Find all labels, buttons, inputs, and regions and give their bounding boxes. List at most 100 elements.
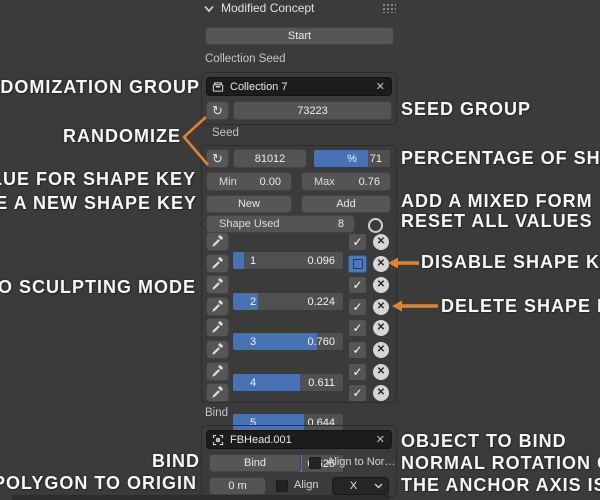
- delete-circle-icon: ✕: [373, 233, 389, 250]
- eyedropper-button[interactable]: [206, 340, 229, 359]
- annotation-percentage-of-shape: PERCENTAGE OF SHA: [401, 148, 600, 168]
- shape-key-delete-button[interactable]: ✕: [371, 362, 391, 381]
- check-icon: [352, 259, 363, 269]
- max-label: Max: [314, 175, 335, 188]
- annotation-anchor-axis: THE ANCHOR AXIS IS: [401, 475, 600, 495]
- annotation-sculpting-mode: TO SCULPTING MODE: [0, 277, 196, 297]
- shape-key-slider[interactable]: 2 0.224: [232, 292, 344, 311]
- shape-key-slider-fill: [233, 333, 317, 350]
- shape-key-index: 1: [250, 254, 257, 267]
- delete-circle-icon: ✕: [373, 298, 389, 315]
- shape-used-field[interactable]: Shape Used 8: [206, 215, 355, 233]
- delete-circle-icon: ✕: [373, 255, 389, 272]
- new-button[interactable]: New: [206, 195, 292, 213]
- eyedropper-icon: [212, 386, 223, 398]
- annotation-seed-group: SEED GROUP: [401, 99, 532, 119]
- bind-object-field[interactable]: FBHead.001 ✕: [206, 430, 392, 449]
- collection-close-icon[interactable]: ✕: [376, 80, 385, 93]
- delete-circle-icon: ✕: [373, 319, 389, 336]
- eyedropper-button[interactable]: [206, 275, 229, 294]
- collapse-chevron-icon[interactable]: [203, 4, 215, 14]
- shape-key-slider-fill: [233, 374, 301, 391]
- check-icon: ✓: [352, 300, 363, 314]
- annotation-object-to-bind: OBJECT TO BIND: [401, 431, 567, 451]
- delete-circle-icon: ✕: [373, 363, 389, 380]
- annotation-randomize: RANDOMIZE: [63, 126, 181, 146]
- shape-key-delete-button[interactable]: ✕: [371, 383, 391, 402]
- collection-name: Collection 7: [230, 80, 288, 93]
- mesh-icon: [212, 434, 224, 446]
- percentage-slider[interactable]: % 71: [313, 149, 391, 168]
- annotation-value-for-shape-key: LUE FOR SHAPE KEY: [0, 169, 196, 189]
- eyedropper-button[interactable]: [206, 297, 229, 316]
- shape-key-delete-button[interactable]: ✕: [371, 297, 391, 316]
- max-field[interactable]: Max 0.76: [301, 172, 391, 191]
- disable-arrow-icon: [388, 255, 419, 271]
- align-to-normal-checkbox[interactable]: [309, 457, 321, 469]
- circle-outline-icon: [367, 217, 383, 233]
- min-label: Min: [219, 175, 237, 188]
- shape-used-label: Shape Used: [219, 218, 280, 230]
- annotation-polygon-to-origin: M POLYGON TO ORIGIN: [0, 473, 197, 493]
- delete-arrow-icon: [392, 298, 438, 314]
- shape-key-slider[interactable]: 1 0.096: [232, 251, 344, 270]
- shape-key-index: 3: [250, 335, 257, 348]
- eyedropper-icon: [212, 300, 223, 312]
- check-icon: ✓: [352, 343, 363, 357]
- check-icon: ✓: [352, 235, 363, 249]
- bind-object-close-icon[interactable]: ✕: [376, 433, 385, 446]
- shape-key-slider-fill: [233, 252, 244, 269]
- seed-label: Seed: [212, 127, 239, 139]
- shape-key-enable-checkbox[interactable]: ✓: [348, 298, 367, 316]
- shape-key-delete-button[interactable]: ✕: [371, 340, 391, 359]
- eyedropper-icon: [212, 235, 223, 247]
- bind-label: Bind: [205, 407, 229, 419]
- shape-key-enable-checkbox[interactable]: ✓: [348, 341, 367, 359]
- eyedropper-button[interactable]: [206, 362, 229, 381]
- collection-seed-value-field[interactable]: 73223: [233, 101, 392, 120]
- shape-key-enable-checkbox[interactable]: ✓: [348, 319, 367, 337]
- eyedropper-icon: [212, 343, 223, 355]
- annotation-create-new-shape-key: E A NEW SHAPE KEY: [0, 193, 197, 213]
- panel-title[interactable]: Modified Concept: [221, 1, 314, 15]
- eyedropper-icon: [212, 257, 223, 269]
- eyedropper-button[interactable]: [206, 232, 229, 251]
- align-checkbox[interactable]: [276, 480, 288, 492]
- seed-value-field[interactable]: 81012: [233, 149, 307, 168]
- bind-button[interactable]: Bind: [209, 454, 301, 472]
- delete-circle-icon: ✕: [373, 276, 389, 293]
- offset-field[interactable]: 0 m: [209, 477, 266, 495]
- shape-key-slider[interactable]: 3 0.760: [232, 332, 344, 351]
- delete-circle-icon: ✕: [373, 341, 389, 358]
- start-button[interactable]: Start: [205, 27, 394, 45]
- annotation-reset-all-values: RESET ALL VALUES: [401, 211, 593, 231]
- check-icon: ✓: [352, 278, 363, 292]
- percent-value: 71: [369, 152, 382, 165]
- shape-key-enable-checkbox[interactable]: ✓: [348, 233, 367, 251]
- eyedropper-icon: [212, 365, 223, 377]
- shape-key-enable-checkbox[interactable]: [348, 255, 367, 273]
- eyedropper-button[interactable]: [206, 254, 229, 273]
- align-label: Align: [294, 479, 319, 491]
- collection-seed-label: Collection Seed: [205, 53, 286, 65]
- eyedropper-button[interactable]: [206, 383, 229, 402]
- collection-field[interactable]: Collection 7 ✕: [206, 77, 392, 96]
- shape-used-count: 8: [337, 218, 344, 230]
- eyedropper-button[interactable]: [206, 318, 229, 337]
- shape-key-delete-button[interactable]: ✕: [371, 275, 391, 294]
- shape-key-slider[interactable]: 4 0.611: [232, 373, 344, 392]
- shape-key-enable-checkbox[interactable]: ✓: [348, 276, 367, 294]
- max-value: 0.76: [358, 175, 380, 188]
- annotation-randomization-group: NDOMIZATION GROUP: [0, 77, 200, 97]
- refresh-icon: ↻: [212, 102, 223, 118]
- min-field[interactable]: Min 0.00: [206, 172, 292, 191]
- drag-handle-icon[interactable]: [382, 3, 396, 13]
- shape-key-value: 0.224: [307, 295, 335, 308]
- add-button[interactable]: Add: [301, 195, 391, 213]
- shape-key-enable-checkbox[interactable]: ✓: [348, 384, 367, 402]
- shape-key-index: 2: [250, 295, 257, 308]
- shape-key-delete-button[interactable]: ✕: [371, 232, 391, 251]
- shape-key-delete-button[interactable]: ✕: [371, 318, 391, 337]
- axis-dropdown[interactable]: X: [332, 477, 389, 495]
- shape-key-enable-checkbox[interactable]: ✓: [348, 363, 367, 381]
